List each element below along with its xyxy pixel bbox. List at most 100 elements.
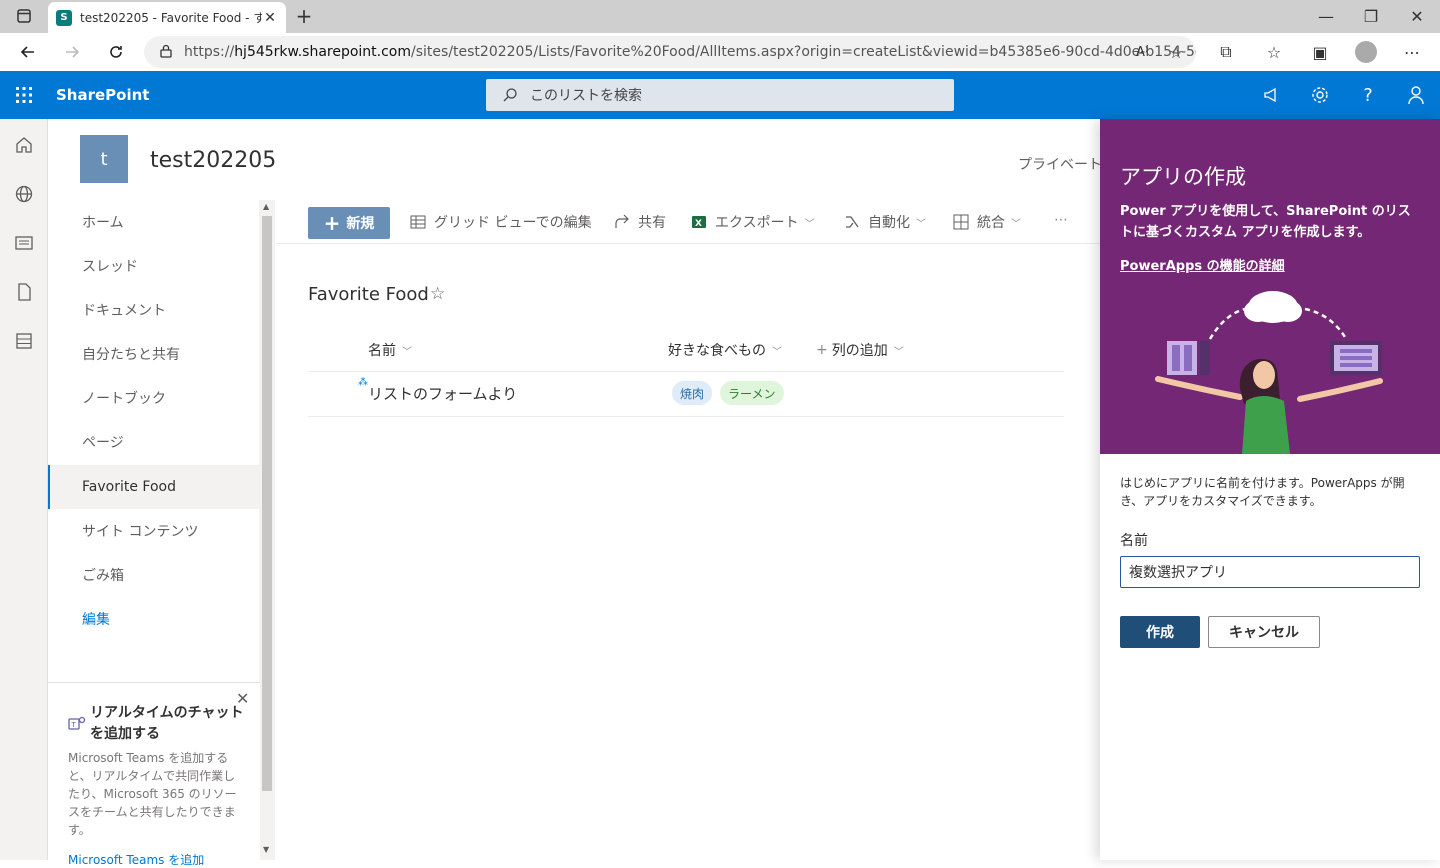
app-bar — [0, 119, 48, 860]
nav-edit-link[interactable]: 編集 — [48, 597, 260, 641]
tag-pill: ラーメン — [720, 381, 784, 405]
panel-description: Power アプリを使用して、SharePoint のリストに基づくカスタム ア… — [1120, 204, 1411, 240]
site-logo[interactable]: t — [80, 135, 128, 183]
nav-scrollbar[interactable]: ▲ ▼ — [259, 200, 275, 860]
column-header-name[interactable]: 名前 ﹀ — [368, 340, 412, 360]
account-icon[interactable] — [1404, 83, 1428, 107]
share-button[interactable]: 共有 — [614, 212, 666, 232]
grid-edit-button[interactable]: グリッド ビューでの編集 — [410, 212, 592, 232]
column-header-label: 好きな食べもの — [668, 343, 766, 359]
new-tab-icon[interactable]: + — [290, 2, 318, 30]
home-icon[interactable] — [14, 135, 34, 155]
read-aloud-icon[interactable]: A⁾ — [1128, 38, 1156, 66]
create-button[interactable]: 作成 — [1120, 616, 1200, 648]
automate-button[interactable]: 自動化 ﹀ — [844, 212, 926, 232]
favorites-icon[interactable]: ☆ — [1260, 38, 1288, 66]
nav-item-documents[interactable]: ドキュメント — [48, 288, 260, 332]
new-button[interactable]: + 新規 — [308, 207, 390, 239]
gear-icon[interactable] — [1308, 83, 1332, 107]
app-name[interactable]: SharePoint — [56, 86, 149, 104]
news-icon[interactable] — [14, 233, 34, 253]
scroll-up-icon[interactable]: ▲ — [263, 202, 269, 211]
nav-item-home[interactable]: ホーム — [48, 200, 260, 244]
lists-icon[interactable] — [14, 331, 34, 351]
left-navigation: ホーム スレッド ドキュメント 自分たちと共有 ノートブック ページ Favor… — [48, 200, 260, 680]
scroll-down-icon[interactable]: ▼ — [263, 845, 269, 854]
nav-item-favorite-food[interactable]: Favorite Food — [48, 465, 260, 509]
new-item-sparkle-icon: ⁂ — [358, 377, 368, 388]
search-placeholder: このリストを検索 — [530, 88, 642, 104]
panel-intro-text: はじめにアプリに名前を付けます。PowerApps が開き、アプリをカスタマイズ… — [1120, 476, 1405, 508]
app-name-input[interactable] — [1120, 556, 1420, 588]
forward-icon[interactable] — [58, 38, 86, 66]
powerapps-learn-more-link[interactable]: PowerApps の機能の詳細 — [1120, 255, 1285, 274]
integrate-label: 統合 — [977, 215, 1005, 231]
add-favorite-icon[interactable]: ☆ — [1162, 38, 1190, 66]
excel-icon: X — [691, 214, 707, 230]
minimize-icon[interactable]: — — [1312, 2, 1340, 30]
back-icon[interactable] — [14, 38, 42, 66]
column-header-label: 名前 — [368, 343, 396, 359]
share-label: 共有 — [638, 215, 666, 231]
export-button[interactable]: X エクスポート ﹀ — [691, 212, 815, 232]
column-header-favorite-food[interactable]: 好きな食べもの ﹀ — [668, 340, 782, 360]
restore-icon[interactable]: ❐ — [1357, 2, 1385, 30]
add-column-button[interactable]: + 列の追加 ﹀ — [816, 340, 904, 360]
svg-text:X: X — [695, 219, 702, 229]
grid-edit-label: グリッド ビューでの編集 — [434, 215, 592, 231]
suite-bar: SharePoint このリストを検索 ? — [0, 71, 1440, 119]
globe-icon[interactable] — [14, 184, 34, 204]
export-label: エクスポート — [715, 215, 799, 231]
nav-item-site-contents[interactable]: サイト コンテンツ — [48, 509, 260, 553]
site-title[interactable]: test202205 — [150, 148, 276, 173]
app-launcher-icon[interactable] — [12, 83, 36, 107]
browser-tab[interactable]: S test202205 - Favorite Food - すべ ✕ — [48, 2, 286, 33]
integrate-button[interactable]: 統合 ﹀ — [953, 212, 1021, 232]
scroll-thumb[interactable] — [262, 216, 272, 791]
row-divider — [308, 416, 1064, 417]
more-commands-button[interactable]: ⋯ — [1054, 212, 1068, 228]
tab-title: test202205 - Favorite Food - すべ — [80, 11, 262, 25]
cancel-button[interactable]: キャンセル — [1208, 616, 1320, 648]
extensions-icon[interactable]: ⧉ — [1212, 38, 1240, 66]
app-name-label: 名前 — [1120, 533, 1148, 549]
create-app-panel: アプリの作成 Power アプリを使用して、SharePoint のリストに基づ… — [1100, 119, 1440, 860]
settings-more-icon[interactable]: ⋯ — [1398, 38, 1426, 66]
url-domain: hj545rkw.sharepoint.com — [234, 44, 412, 60]
chevron-down-icon: ﹀ — [916, 218, 926, 230]
address-bar[interactable]: https://hj545rkw.sharepoint.com/sites/te… — [144, 36, 1196, 68]
collections-icon[interactable]: ▣ — [1306, 38, 1334, 66]
powerapps-illustration — [1155, 291, 1383, 454]
lock-icon — [160, 44, 172, 61]
integrate-icon — [953, 214, 969, 230]
plus-icon: + — [323, 211, 341, 235]
nav-item-recycle-bin[interactable]: ごみ箱 — [48, 553, 260, 597]
nav-item-pages[interactable]: ページ — [48, 420, 260, 464]
nav-item-shared[interactable]: 自分たちと共有 — [48, 332, 260, 376]
chevron-down-icon: ﹀ — [1011, 218, 1021, 230]
document-icon[interactable] — [14, 282, 34, 302]
privacy-label: プライベート — [1018, 157, 1102, 173]
profile-avatar-icon[interactable] — [1352, 38, 1380, 66]
close-tab-icon[interactable]: ✕ — [262, 10, 278, 26]
star-icon[interactable]: ☆ — [430, 284, 445, 304]
chevron-down-icon: ﹀ — [804, 218, 815, 230]
close-window-icon[interactable]: ✕ — [1403, 2, 1431, 30]
tab-actions-icon[interactable] — [10, 2, 38, 30]
browser-toolbar: https://hj545rkw.sharepoint.com/sites/te… — [0, 33, 1440, 71]
teams-card-title: リアルタイムのチャットを追加する — [90, 705, 244, 742]
search-box[interactable]: このリストを検索 — [486, 79, 954, 111]
row-name-cell[interactable]: リストのフォームより — [368, 383, 517, 404]
megaphone-icon[interactable] — [1260, 83, 1284, 107]
browser-tab-bar: S test202205 - Favorite Food - すべ ✕ + — … — [0, 0, 1440, 33]
nav-item-threads[interactable]: スレッド — [48, 244, 260, 288]
teams-promo-card: ✕ T リアルタイムのチャットを追加する Microsoft Teams を追加… — [48, 682, 260, 867]
search-icon — [503, 88, 517, 102]
help-icon[interactable]: ? — [1356, 83, 1380, 107]
share-icon — [614, 214, 630, 230]
command-bar: + 新規 グリッド ビューでの編集 共有 X エクスポート ﹀ 自動化 ﹀ 統合… — [276, 200, 1100, 244]
flow-icon — [844, 214, 860, 230]
refresh-icon[interactable] — [102, 38, 130, 66]
nav-item-notebook[interactable]: ノートブック — [48, 376, 260, 420]
new-button-label: 新規 — [346, 216, 375, 232]
